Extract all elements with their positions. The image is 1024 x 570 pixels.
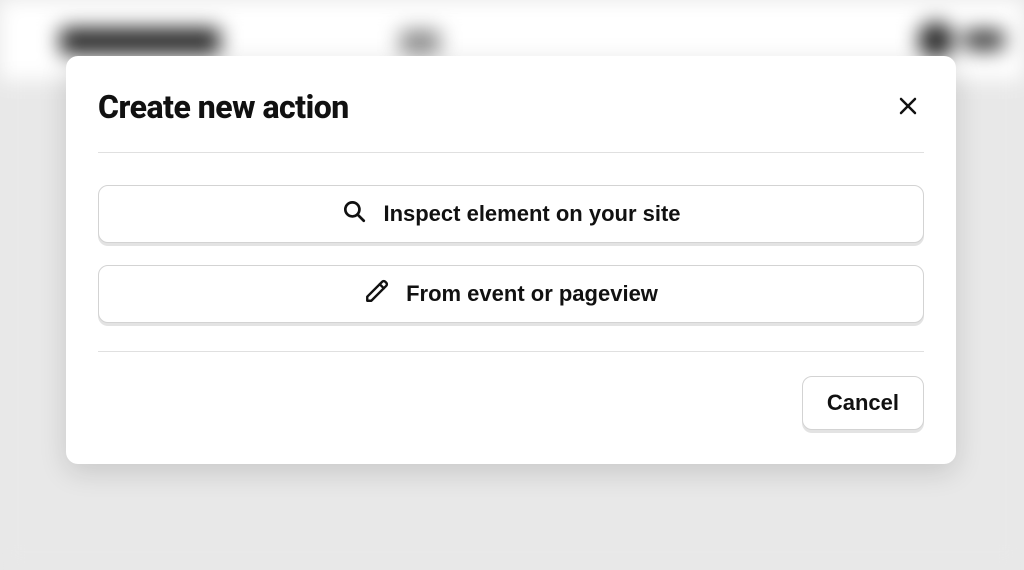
search-icon — [341, 198, 367, 230]
pencil-icon — [364, 278, 390, 310]
modal-title: Create new action — [98, 88, 349, 126]
modal-body: Inspect element on your site From event … — [66, 153, 956, 351]
modal-footer: Cancel — [66, 352, 956, 464]
from-event-option[interactable]: From event or pageview — [98, 265, 924, 323]
close-icon — [896, 94, 920, 121]
close-button[interactable] — [892, 91, 924, 123]
option-label: From event or pageview — [406, 281, 658, 307]
modal-header: Create new action — [66, 56, 956, 152]
inspect-element-option[interactable]: Inspect element on your site — [98, 185, 924, 243]
option-label: Inspect element on your site — [383, 201, 680, 227]
create-action-modal: Create new action Inspect element on you… — [66, 56, 956, 464]
cancel-button[interactable]: Cancel — [802, 376, 924, 430]
